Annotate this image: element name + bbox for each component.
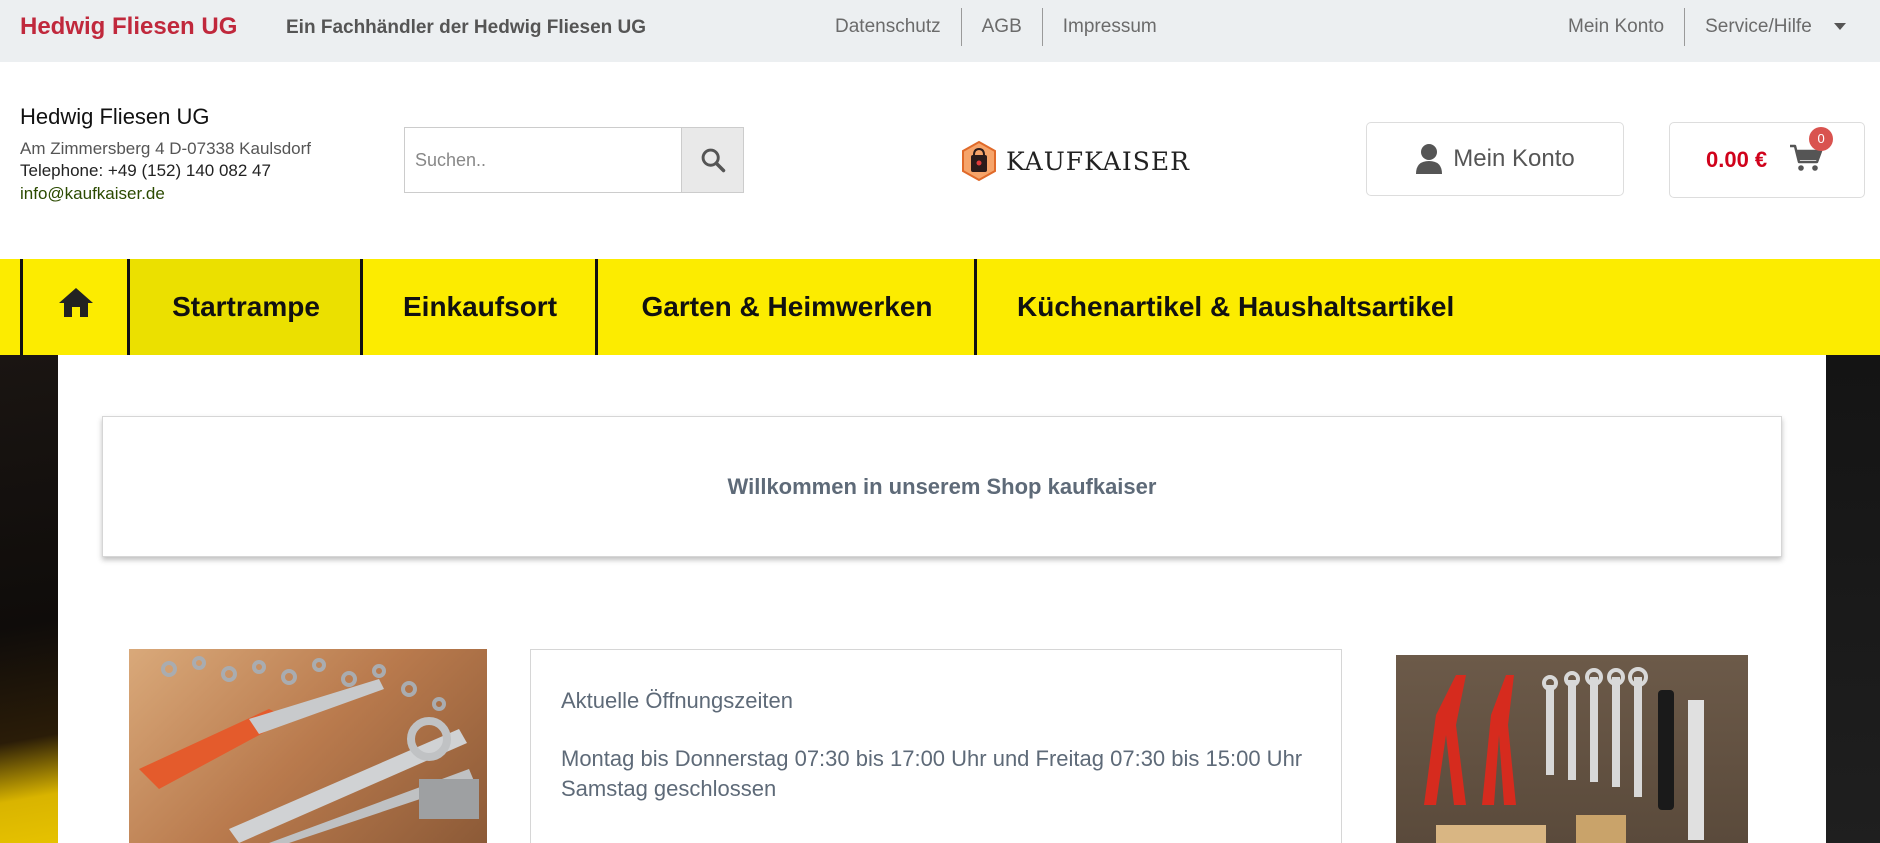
brand-name[interactable]: Hedwig Fliesen UG	[20, 13, 237, 41]
opening-hours-title: Aktuelle Öffnungszeiten	[561, 688, 793, 713]
nav-home[interactable]	[20, 259, 128, 355]
tools-image-right	[1396, 655, 1748, 843]
top-account-link[interactable]: Mein Konto	[1548, 8, 1684, 46]
nav-item-einkaufsort[interactable]: Einkaufsort	[360, 259, 597, 355]
site-logo[interactable]: KAUFKAISER	[960, 140, 1190, 182]
company-address: Am Zimmersberg 4 D-07338 Kaulsdorf	[20, 139, 312, 158]
tools-image-left	[129, 649, 487, 843]
cart-button[interactable]: 0.00 € 0	[1669, 122, 1865, 198]
user-icon	[1416, 144, 1443, 174]
background-left	[0, 355, 58, 843]
link-agb[interactable]: AGB	[960, 8, 1042, 46]
search-form	[404, 127, 744, 193]
home-icon	[58, 288, 93, 317]
service-dropdown[interactable]: Service/Hilfe	[1684, 8, 1866, 46]
top-account-links: Mein Konto Service/Hilfe	[1548, 8, 1866, 46]
opening-hours-weekdays: Montag bis Donnerstag 07:30 bis 17:00 Uh…	[561, 746, 1303, 771]
top-links: Datenschutz AGB Impressum	[815, 8, 1177, 46]
welcome-text: Willkommen in unserem Shop kaufkaiser	[727, 473, 1157, 499]
background-right	[1826, 355, 1880, 843]
main-content: Willkommen in unserem Shop kaufkaiser Ak…	[58, 355, 1826, 843]
company-email[interactable]: info@kaufkaiser.de	[20, 182, 311, 206]
tagline: Ein Fachhändler der Hedwig Fliesen UG	[286, 17, 647, 38]
link-impressum[interactable]: Impressum	[1041, 8, 1177, 46]
chevron-down-icon	[1833, 23, 1846, 31]
nav-item-kuechenartikel[interactable]: Küchenartikel & Haushaltsartikel	[974, 259, 1504, 355]
search-button[interactable]	[681, 128, 743, 192]
nav-item-garten-heimwerken[interactable]: Garten & Heimwerken	[595, 259, 976, 355]
top-bar: Hedwig Fliesen UG Ein Fachhändler der He…	[0, 0, 1880, 62]
main-nav: Startrampe Einkaufsort Garten & Heimwerk…	[0, 259, 1880, 355]
opening-hours-saturday: Samstag geschlossen	[561, 776, 777, 801]
company-name: Hedwig Fliesen UG	[20, 104, 210, 129]
link-datenschutz[interactable]: Datenschutz	[815, 8, 961, 46]
service-label: Service/Hilfe	[1705, 16, 1812, 37]
account-button[interactable]: Mein Konto	[1366, 122, 1624, 196]
site-header: Hedwig Fliesen UG Am Zimmersberg 4 D-073…	[0, 62, 1880, 259]
pliers-image	[1424, 667, 1704, 843]
opening-hours-box: Aktuelle Öffnungszeiten Montag bis Donne…	[530, 649, 1342, 843]
search-icon	[701, 148, 725, 173]
nav-item-startrampe[interactable]: Startrampe	[127, 259, 362, 355]
shopping-bag-logo-icon	[962, 140, 996, 182]
wrench-image	[139, 656, 479, 843]
cart-count-badge: 0	[1809, 126, 1834, 151]
company-phone: Telephone: +49 (152) 140 082 47	[20, 161, 271, 180]
company-info: Hedwig Fliesen UG Am Zimmersberg 4 D-073…	[20, 104, 311, 206]
search-input[interactable]	[405, 128, 681, 192]
account-label: Mein Konto	[1453, 145, 1575, 172]
cart-amount: 0.00 €	[1706, 147, 1768, 172]
welcome-box: Willkommen in unserem Shop kaufkaiser	[102, 416, 1782, 557]
logo-text: KAUFKAISER	[1006, 146, 1190, 176]
cart-icon-wrap: 0	[1789, 126, 1834, 178]
